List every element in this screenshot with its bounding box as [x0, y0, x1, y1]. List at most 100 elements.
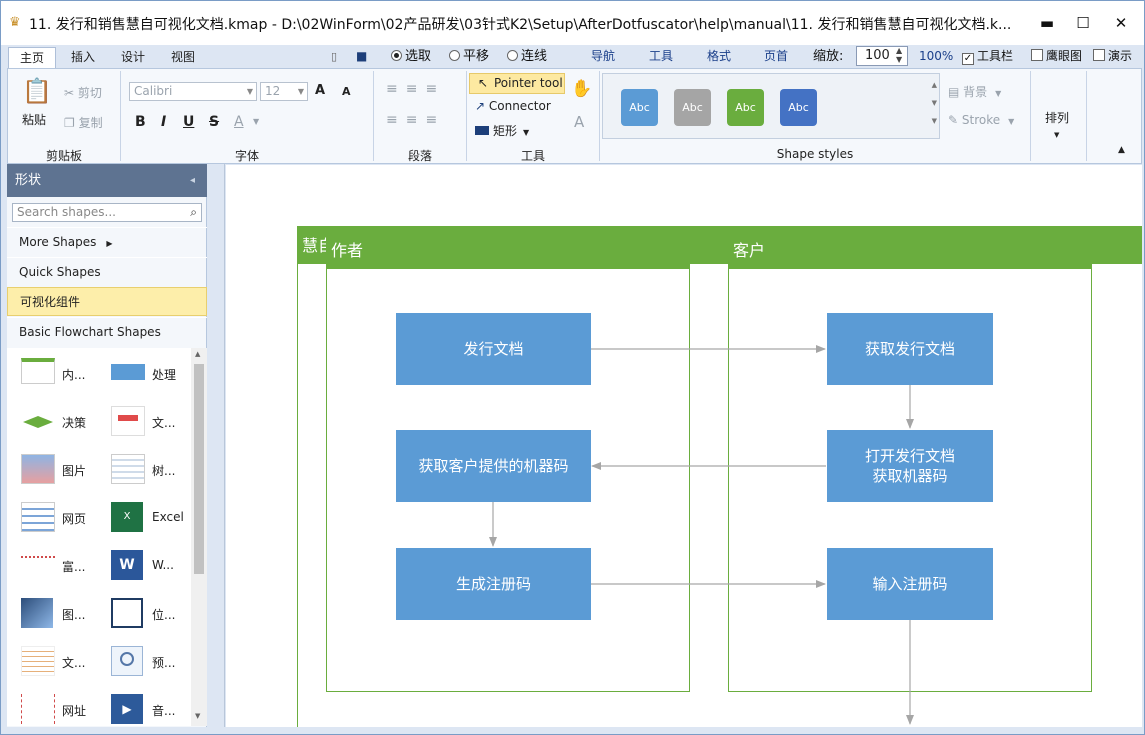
- zoom-percent[interactable]: 100%: [919, 46, 953, 67]
- italic-button[interactable]: I: [161, 114, 166, 130]
- font-color-button[interactable]: A: [234, 114, 244, 130]
- shape-item[interactable]: 文...: [11, 642, 101, 682]
- shape-item[interactable]: 网址: [11, 690, 101, 726]
- shape-item[interactable]: X Excel: [101, 498, 191, 538]
- webpage-shape-icon: [21, 502, 55, 532]
- shapes-search-input[interactable]: Search shapes... ⌕: [12, 203, 202, 222]
- collapse-ribbon-icon[interactable]: ▲: [1118, 145, 1125, 155]
- tab-home[interactable]: 主页: [8, 47, 56, 68]
- cut-label: 剪切: [77, 86, 102, 100]
- checkbox-icon: [1031, 49, 1043, 61]
- collapse-panel-icon[interactable]: ◂: [190, 164, 195, 197]
- pointer-tool-button[interactable]: ↖ Pointer tool: [469, 73, 565, 94]
- shape-item[interactable]: 树...: [101, 450, 191, 490]
- paste-icon[interactable]: 📋: [22, 77, 52, 107]
- paste-button[interactable]: 粘贴: [22, 111, 46, 128]
- check-present[interactable]: 演示: [1093, 46, 1132, 67]
- shape-item[interactable]: 决策: [11, 402, 101, 442]
- shape-item[interactable]: W W...: [101, 546, 191, 586]
- minimize-button[interactable]: ▬: [1030, 9, 1064, 37]
- scroll-up-icon[interactable]: ▲: [195, 350, 200, 358]
- url-shape-icon: [21, 694, 55, 724]
- align-top-icons[interactable]: ≡≡≡: [386, 81, 445, 97]
- category-quick-shapes[interactable]: Quick Shapes: [7, 257, 207, 286]
- mode-connect[interactable]: 连线: [507, 46, 547, 67]
- shape-item[interactable]: 内...: [11, 354, 101, 394]
- rectangle-button[interactable]: 矩形 ▼: [475, 122, 529, 139]
- check-overview[interactable]: 鹰眼图: [1031, 46, 1082, 67]
- shape-label: 预...: [152, 656, 176, 670]
- arrange-button[interactable]: 排列 ▼: [1045, 109, 1069, 140]
- stroke-button[interactable]: ✎ Stroke ▼: [948, 113, 1014, 127]
- shape-item[interactable]: 文...: [101, 402, 191, 442]
- style-swatch-green[interactable]: Abc: [727, 89, 764, 126]
- gallery-scroll-icon[interactable]: ▲ ▼ ▼: [932, 76, 937, 130]
- mode-pan[interactable]: 平移: [449, 46, 489, 67]
- style-swatch-gray[interactable]: Abc: [674, 89, 711, 126]
- style-swatch-blue[interactable]: Abc: [621, 89, 658, 126]
- radio-icon: [449, 50, 460, 61]
- tab-view[interactable]: 视图: [159, 47, 207, 68]
- shape-item[interactable]: 位...: [101, 594, 191, 634]
- shape-item[interactable]: 预...: [101, 642, 191, 682]
- link-tools[interactable]: 工具: [649, 46, 673, 67]
- shape-item[interactable]: ▶ 音...: [101, 690, 191, 726]
- category-basic-flowchart[interactable]: Basic Flowchart Shapes: [7, 317, 207, 346]
- shape-list: 内... 处理 决策 文... 图片 树... 网页 X Excel 富... W…: [7, 348, 191, 726]
- diagram-canvas[interactable]: 慧自可视化文档发行步骤 作者 客户 发行文档 获取客户提供的机器码 生成注册码 …: [208, 164, 1142, 727]
- zoom-label: 缩放:: [813, 49, 844, 64]
- font-size-select[interactable]: 12 ▼: [260, 82, 308, 101]
- group-label-font: 字体: [234, 149, 259, 163]
- rectangle-icon: [475, 126, 489, 135]
- background-button[interactable]: ▤ 背景 ▼: [948, 83, 1001, 100]
- link-navigate[interactable]: 导航: [591, 46, 615, 67]
- search-icon[interactable]: ⌕: [190, 204, 197, 221]
- mode-select[interactable]: 选取: [391, 46, 431, 67]
- chevron-right-icon: ▶: [106, 239, 113, 248]
- shrink-font-button[interactable]: A: [342, 85, 351, 98]
- shape-item[interactable]: 图片: [11, 450, 101, 490]
- process-shape-icon: [111, 364, 145, 380]
- scrollbar-thumb[interactable]: [194, 364, 204, 574]
- background-label: 背景: [963, 85, 988, 99]
- category-visual-components[interactable]: 可视化组件: [7, 287, 207, 316]
- connector-button[interactable]: ↗ Connector: [475, 99, 551, 113]
- grow-font-button[interactable]: A: [315, 83, 325, 98]
- ribbon-separator: [1030, 71, 1031, 161]
- scroll-down-icon[interactable]: ▼: [195, 712, 200, 720]
- new-page-icon[interactable]: ▯: [331, 46, 337, 67]
- chevron-down-icon: ▼: [995, 89, 1002, 98]
- background-icon: ▤: [948, 85, 964, 99]
- check-overview-label: 鹰眼图: [1046, 49, 1083, 63]
- tab-insert[interactable]: 插入: [59, 47, 107, 68]
- shape-item[interactable]: 图...: [11, 594, 101, 634]
- save-icon[interactable]: ■: [356, 46, 367, 67]
- text-tool-icon[interactable]: A: [574, 113, 584, 131]
- zoom-spin-icon[interactable]: ▲ ▼: [896, 46, 902, 64]
- close-button[interactable]: ✕: [1104, 9, 1138, 37]
- check-toolbar[interactable]: ✓ 工具栏: [962, 46, 1013, 67]
- shape-label: 树...: [152, 464, 176, 478]
- hand-icon[interactable]: ✋: [571, 79, 592, 99]
- menu-bar: 主页 插入 设计 视图 ▯ ■ 选取 平移 连线 导航 工具 格式 页首 缩放:…: [1, 45, 1144, 68]
- font-name-value: Calibri: [134, 84, 173, 98]
- shape-item[interactable]: 处理: [101, 354, 191, 394]
- link-format[interactable]: 格式: [707, 46, 731, 67]
- shape-item[interactable]: 富...: [11, 546, 101, 586]
- bold-button[interactable]: B: [135, 114, 146, 130]
- chevron-down-icon[interactable]: ▼: [253, 117, 259, 126]
- font-name-select[interactable]: Calibri ▼: [129, 82, 257, 101]
- shape-list-scrollbar[interactable]: ▲ ▼: [191, 348, 207, 726]
- copy-button[interactable]: ❐ 复制: [64, 114, 103, 131]
- underline-button[interactable]: U: [183, 114, 194, 130]
- cut-button[interactable]: ✂ 剪切: [64, 84, 102, 101]
- maximize-button[interactable]: ☐: [1066, 9, 1100, 37]
- align-horizontal-icons[interactable]: ≡≡≡: [386, 112, 445, 128]
- link-home-page[interactable]: 页首: [764, 46, 788, 67]
- style-swatch-darkblue[interactable]: Abc: [780, 89, 817, 126]
- strikethrough-button[interactable]: S: [209, 114, 219, 130]
- chevron-down-icon: ▼: [1054, 131, 1060, 139]
- category-more-shapes[interactable]: More Shapes ▶: [7, 227, 207, 256]
- shape-item[interactable]: 网页: [11, 498, 101, 538]
- tab-design[interactable]: 设计: [109, 47, 157, 68]
